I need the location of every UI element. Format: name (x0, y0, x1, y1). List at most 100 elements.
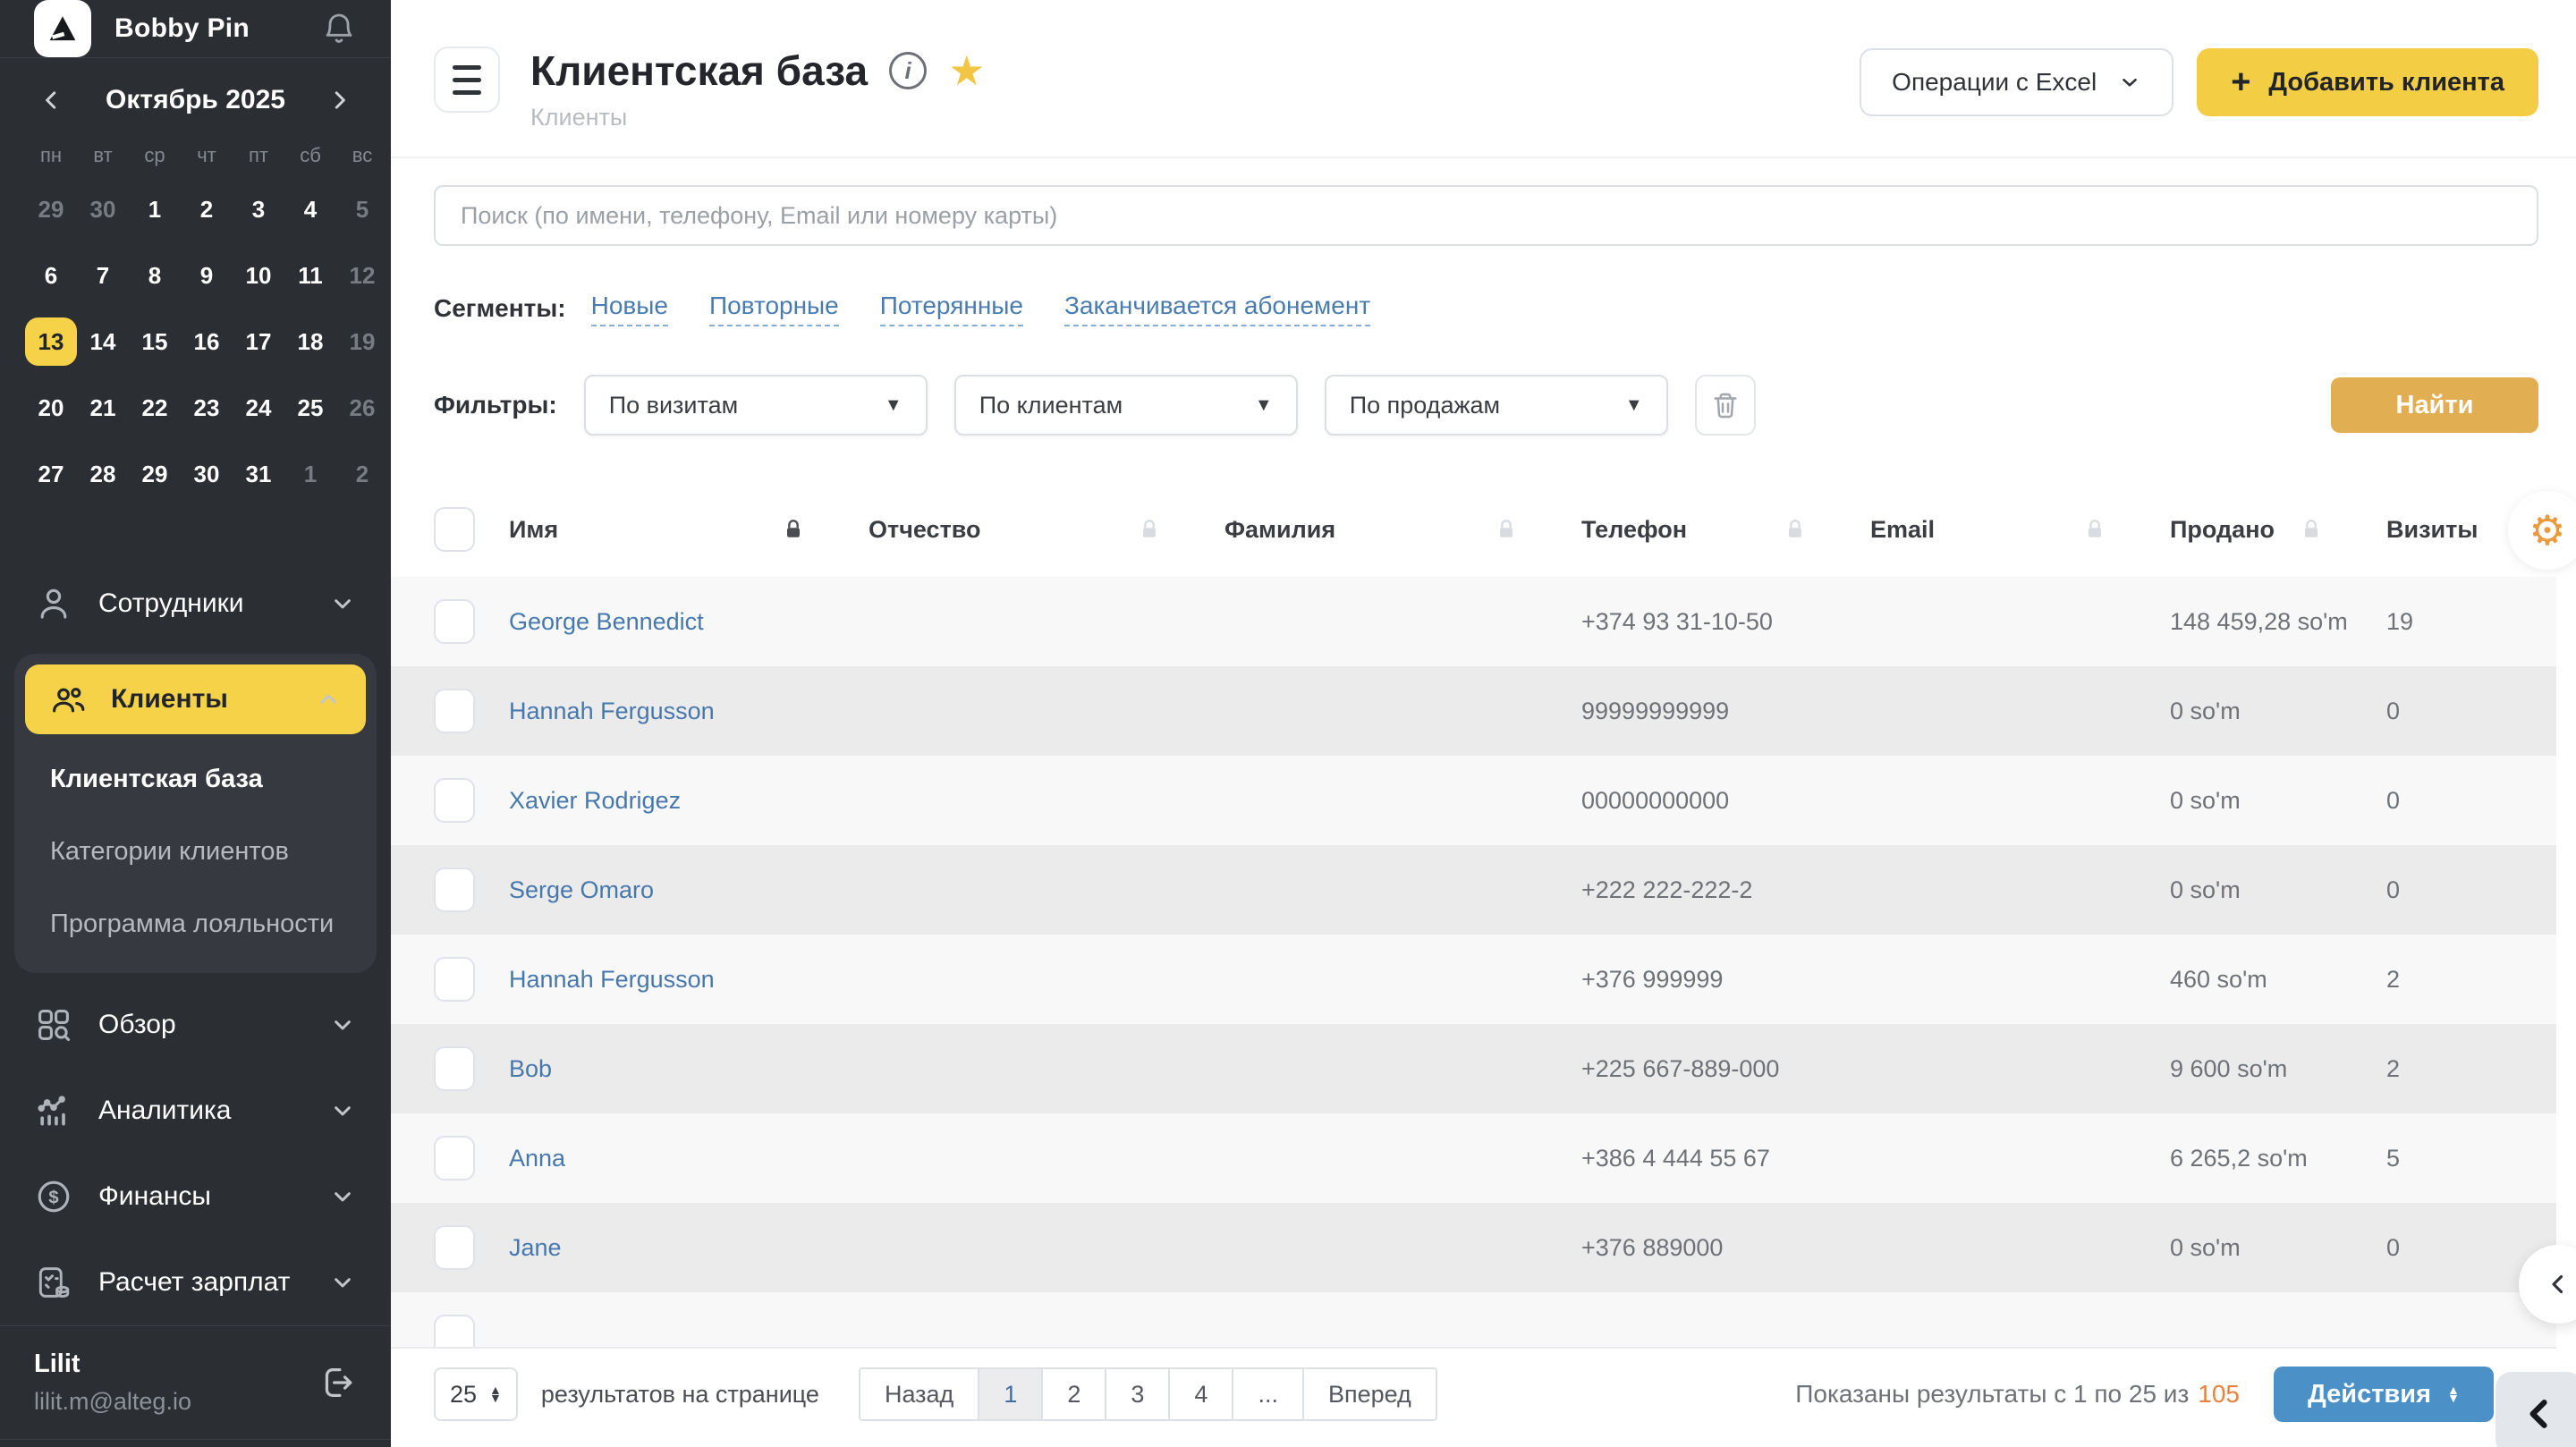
calendar-day[interactable]: 10 (233, 251, 284, 300)
pagination-page-button[interactable]: 4 (1168, 1367, 1233, 1421)
calendar-day[interactable]: 8 (129, 251, 181, 300)
column-header[interactable]: Фамилия (1224, 516, 1581, 544)
pagination-page-button[interactable]: 3 (1105, 1367, 1170, 1421)
column-header[interactable]: Email (1870, 516, 2170, 544)
client-name-link[interactable]: Hannah Fergusson (509, 966, 869, 994)
sidebar-item-finance[interactable]: $ Финансы (0, 1154, 391, 1240)
calendar-next-icon[interactable] (326, 87, 353, 114)
info-icon[interactable]: i (889, 52, 927, 89)
search-input[interactable] (434, 185, 2538, 246)
client-name-link[interactable]: Serge Omaro (509, 876, 869, 904)
column-header[interactable]: Отчество (869, 516, 1224, 544)
filter-select[interactable]: По клиентам▼ (954, 375, 1298, 436)
client-name-link[interactable]: Xavier Rodrigez (509, 787, 869, 815)
add-client-button[interactable]: + Добавить клиента (2197, 48, 2538, 116)
client-name-link[interactable]: Hannah Fergusson (509, 698, 869, 725)
logout-icon[interactable] (316, 1362, 357, 1403)
pagination-prev-button[interactable]: Назад (859, 1367, 979, 1421)
filter-select[interactable]: По продажам▼ (1325, 375, 1668, 436)
calendar-day[interactable]: 1 (284, 450, 336, 498)
column-header[interactable]: Продано (2170, 516, 2386, 544)
calendar-day[interactable]: 17 (233, 317, 284, 366)
calendar-day[interactable]: 30 (77, 185, 129, 233)
segment-link[interactable]: Повторные (709, 292, 839, 326)
collapse-sidebar-button[interactable] (2496, 1372, 2576, 1447)
calendar-day[interactable]: 23 (181, 384, 233, 432)
row-checkbox[interactable] (434, 599, 475, 644)
calendar-day[interactable]: 21 (77, 384, 129, 432)
calendar-day[interactable]: 29 (129, 450, 181, 498)
calendar-day[interactable]: 22 (129, 384, 181, 432)
row-checkbox[interactable] (434, 778, 475, 823)
calendar-day-selected[interactable]: 13 (25, 317, 77, 366)
page-size-select[interactable]: 25 ▲▼ (434, 1367, 518, 1421)
sidebar-item-overview[interactable]: Обзор (0, 982, 391, 1068)
favorite-star-icon[interactable]: ★ (948, 50, 985, 91)
select-all-checkbox[interactable] (434, 507, 475, 552)
segment-link[interactable]: Потерянные (880, 292, 1023, 326)
calendar-day[interactable]: 7 (77, 251, 129, 300)
excel-operations-button[interactable]: Операции с Excel (1860, 48, 2174, 116)
segment-link[interactable]: Новые (591, 292, 668, 326)
row-checkbox[interactable] (434, 1136, 475, 1180)
calendar-day[interactable]: 9 (181, 251, 233, 300)
calendar-day[interactable]: 3 (233, 185, 284, 233)
calendar-day[interactable]: 28 (77, 450, 129, 498)
client-name-link[interactable]: George Bennedict (509, 608, 869, 636)
actions-button[interactable]: Действия ▲▼ (2274, 1367, 2494, 1422)
calendar-day[interactable]: 29 (25, 185, 77, 233)
calendar-day[interactable]: 6 (25, 251, 77, 300)
lock-icon[interactable] (1137, 517, 1162, 542)
sidebar-item-clients[interactable]: Клиенты (25, 664, 366, 734)
sidebar-item-payroll[interactable]: Расчет зарплат (0, 1240, 391, 1325)
client-name-link[interactable]: Jane (509, 1234, 869, 1262)
row-checkbox[interactable] (434, 1315, 475, 1347)
row-checkbox[interactable] (434, 1046, 475, 1091)
calendar-day[interactable]: 2 (181, 185, 233, 233)
column-header[interactable]: Имя (509, 516, 869, 544)
calendar-day[interactable]: 26 (336, 384, 388, 432)
calendar-day[interactable]: 30 (181, 450, 233, 498)
pagination-page-button[interactable]: 2 (1041, 1367, 1106, 1421)
calendar-day[interactable]: 25 (284, 384, 336, 432)
calendar-day[interactable]: 27 (25, 450, 77, 498)
lock-icon[interactable] (781, 517, 806, 542)
sidebar-item-client-categories[interactable]: Категории клиентов (50, 816, 341, 888)
row-checkbox[interactable] (434, 689, 475, 733)
lock-icon[interactable] (2299, 517, 2324, 542)
sidebar-item-analytics[interactable]: Аналитика (0, 1068, 391, 1154)
sidebar-item-client-base[interactable]: Клиентская база (50, 743, 341, 816)
client-name-link[interactable]: Bob (509, 1055, 869, 1083)
lock-icon[interactable] (2082, 517, 2107, 542)
calendar-day[interactable]: 18 (284, 317, 336, 366)
lock-icon[interactable] (1783, 517, 1808, 542)
clear-filters-button[interactable] (1695, 375, 1756, 436)
calendar-day[interactable]: 12 (336, 251, 388, 300)
calendar-day[interactable]: 19 (336, 317, 388, 366)
column-header[interactable]: Телефон (1581, 516, 1870, 544)
calendar-day[interactable]: 5 (336, 185, 388, 233)
calendar-day[interactable]: 31 (233, 450, 284, 498)
pagination-next-button[interactable]: Вперед (1302, 1367, 1437, 1421)
row-checkbox[interactable] (434, 1225, 475, 1270)
hamburger-menu-button[interactable] (434, 47, 500, 113)
calendar-day[interactable]: 1 (129, 185, 181, 233)
segment-link[interactable]: Заканчивается абонемент (1064, 292, 1370, 326)
calendar-day[interactable]: 15 (129, 317, 181, 366)
sidebar-item-employees[interactable]: Сотрудники (0, 561, 391, 647)
calendar-day[interactable]: 2 (336, 450, 388, 498)
calendar-prev-icon[interactable] (38, 87, 64, 114)
lock-icon[interactable] (1494, 517, 1519, 542)
row-checkbox[interactable] (434, 867, 475, 912)
sidebar-item-loyalty-program[interactable]: Программа лояльности (50, 888, 341, 960)
client-name-link[interactable]: Anna (509, 1145, 869, 1172)
calendar-day[interactable]: 24 (233, 384, 284, 432)
calendar-day[interactable]: 14 (77, 317, 129, 366)
row-checkbox[interactable] (434, 957, 475, 1002)
calendar-day[interactable]: 4 (284, 185, 336, 233)
find-button[interactable]: Найти (2331, 377, 2538, 433)
calendar-day[interactable]: 20 (25, 384, 77, 432)
pagination-page-button[interactable]: 1 (978, 1367, 1043, 1421)
bell-icon[interactable] (321, 11, 357, 47)
calendar-day[interactable]: 16 (181, 317, 233, 366)
